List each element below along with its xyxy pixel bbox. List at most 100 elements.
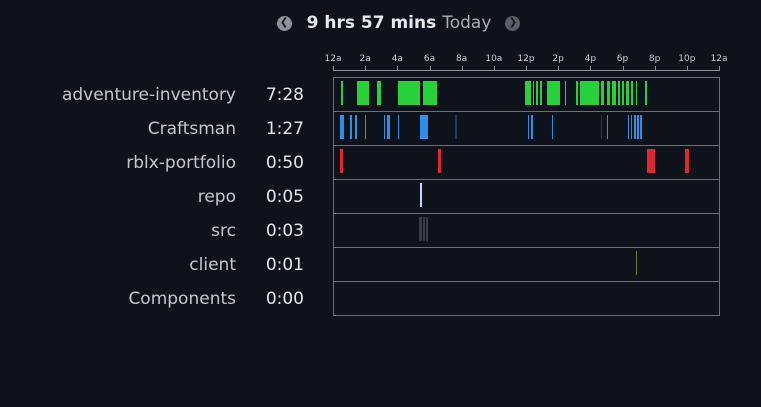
activity-segment[interactable] [645, 81, 647, 105]
project-timeline-row [333, 248, 720, 282]
activity-segment[interactable] [532, 81, 535, 105]
activity-segment[interactable] [600, 115, 603, 139]
activity-segment[interactable] [547, 81, 560, 105]
activity-segment[interactable] [397, 115, 400, 139]
activity-segment[interactable] [646, 149, 655, 173]
project-timeline-row [333, 112, 720, 146]
axis-tick-mark [461, 66, 463, 70]
project-name[interactable]: client [0, 255, 236, 275]
chevron-left-icon[interactable]: ❮ [276, 15, 292, 31]
activity-segment[interactable] [635, 81, 638, 105]
activity-segment[interactable] [637, 115, 639, 139]
activity-segment[interactable] [357, 81, 369, 105]
axis-tick-mark [333, 66, 334, 70]
activity-segment[interactable] [524, 81, 531, 105]
activity-segment[interactable] [531, 115, 533, 139]
axis-tick-mark [365, 66, 367, 70]
activity-segment[interactable] [630, 115, 633, 139]
axis-tick-label: 12a [324, 54, 342, 64]
project-timeline-row [333, 180, 720, 214]
activity-segment[interactable] [535, 81, 539, 105]
activity-segment[interactable] [621, 81, 625, 105]
activity-segment[interactable] [423, 217, 425, 241]
axis-tick-mark [590, 66, 592, 70]
activity-segment[interactable] [612, 81, 617, 105]
axis-line [333, 70, 720, 71]
activity-segment[interactable] [600, 81, 605, 105]
axis-tick-label: 2a [359, 54, 371, 64]
activity-segment[interactable] [633, 115, 636, 139]
axis-tick-label: 4p [584, 54, 597, 64]
activity-segment[interactable] [422, 115, 429, 139]
axis-tick-label: 4a [391, 54, 403, 64]
project-name[interactable]: rblx-portfolio [0, 153, 236, 173]
axis-tick-mark [686, 66, 688, 70]
total-duration: 9 hrs 57 mins [306, 13, 437, 33]
activity-segment[interactable] [564, 81, 567, 105]
project-time: 1:27 [265, 119, 304, 139]
activity-segment[interactable] [420, 183, 422, 207]
activity-segment[interactable] [685, 149, 690, 173]
activity-segment[interactable] [426, 81, 437, 105]
activity-segment[interactable] [423, 81, 426, 105]
axis-tick-mark [622, 66, 624, 70]
activity-timeline: 12a 2a 4a 6a 8a 10a 12p 2p 4p 6p 8p 10p 12a [325, 54, 727, 316]
activity-segment[interactable] [606, 115, 609, 139]
axis-tick-label: 8a [456, 54, 468, 64]
activity-segment[interactable] [419, 217, 422, 241]
chevron-right-icon[interactable]: ❯ [505, 15, 521, 31]
axis-tick-label: 6p [616, 54, 629, 64]
activity-segment[interactable] [399, 81, 421, 105]
activity-segment[interactable] [576, 81, 578, 105]
date-navigator: ❮ 9 hrs 57 mins Today ❯ [0, 11, 761, 35]
activity-segment[interactable] [383, 115, 386, 139]
project-time: 0:50 [265, 153, 304, 173]
activity-segment[interactable] [617, 81, 621, 105]
axis-tick-label: 8p [648, 54, 661, 64]
project-timeline-row [333, 282, 720, 316]
activity-segment[interactable] [340, 115, 345, 139]
project-name[interactable]: Components [0, 289, 236, 309]
activity-segment[interactable] [426, 217, 429, 241]
activity-segment[interactable] [539, 81, 543, 105]
axis-tick-mark [558, 66, 560, 70]
period-label: Today [442, 13, 492, 33]
activity-segment[interactable] [625, 81, 630, 105]
project-name[interactable]: Craftsman [0, 119, 236, 139]
project-timeline-row [333, 77, 720, 112]
activity-segment[interactable] [630, 81, 634, 105]
activity-segment[interactable] [455, 115, 457, 139]
project-time: 0:03 [265, 221, 304, 241]
activity-segment[interactable] [387, 115, 391, 139]
axis-tick-mark [429, 66, 431, 70]
axis-tick-mark [493, 66, 495, 70]
axis-tick-mark [526, 66, 527, 70]
axis-tick-mark [397, 66, 399, 70]
project-time: 7:28 [265, 85, 304, 105]
project-time: 0:01 [265, 255, 304, 275]
project-name[interactable]: adventure-inventory [0, 85, 236, 105]
activity-segment[interactable] [420, 115, 422, 139]
activity-segment[interactable] [640, 115, 642, 139]
activity-segment[interactable] [354, 115, 358, 139]
axis-tick-label: 6a [423, 54, 436, 64]
activity-segment[interactable] [627, 115, 630, 139]
project-name[interactable]: repo [0, 187, 236, 207]
activity-segment[interactable] [350, 115, 352, 139]
activity-segment[interactable] [580, 81, 600, 105]
project-time: 0:00 [265, 289, 304, 309]
activity-segment[interactable] [635, 251, 638, 275]
activity-segment[interactable] [551, 115, 554, 139]
axis-tick-label: 12a [710, 54, 728, 64]
activity-segment[interactable] [527, 115, 530, 139]
activity-segment[interactable] [364, 115, 367, 139]
project-timeline-row [333, 214, 720, 248]
project-name[interactable]: src [0, 221, 236, 241]
activity-segment[interactable] [437, 149, 441, 173]
axis-tick-label: 10p [678, 54, 696, 64]
activity-segment[interactable] [341, 81, 343, 105]
activity-segment[interactable] [340, 149, 343, 173]
activity-segment[interactable] [607, 81, 610, 105]
activity-segment[interactable] [376, 81, 382, 105]
axis-tick-label: 12p [517, 54, 535, 64]
